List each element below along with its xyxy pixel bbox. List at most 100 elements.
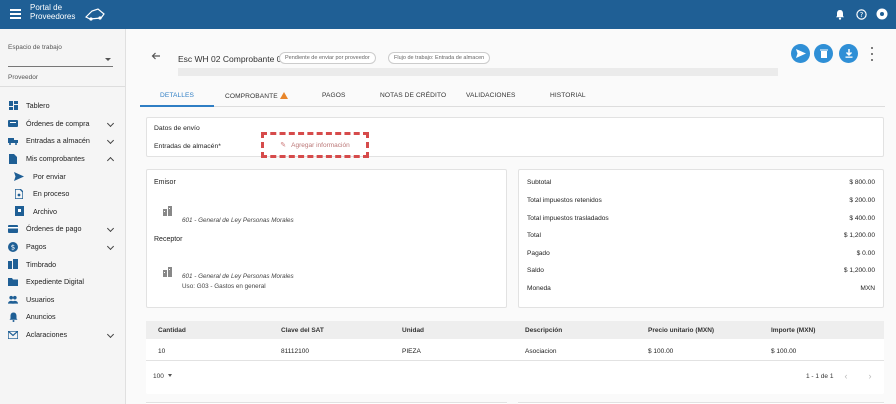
sidebar-item-label: Archivo: [33, 206, 57, 216]
provider-label: Proveedor: [8, 74, 38, 81]
totals-row: Moneda MXN: [527, 285, 875, 292]
previous-page-icon[interactable]: ‹: [841, 371, 851, 381]
help-icon[interactable]: ?: [855, 8, 867, 20]
download-icon: [845, 49, 852, 58]
chevron-down-icon: [106, 119, 115, 127]
chevron-down-icon: [106, 330, 115, 338]
sidebar-item-label: Aclaraciones: [26, 330, 68, 340]
logo-line-1: Portal de: [30, 3, 63, 12]
sidebar-item-label: Por enviar: [33, 171, 66, 181]
users-icon: [8, 294, 18, 304]
totals-row: Saldo $ 1,200.00: [527, 267, 875, 274]
sidebar-item-anuncios[interactable]: Anuncios: [0, 308, 125, 326]
page-size-value: 100: [153, 373, 164, 380]
truck-logo-icon: [84, 8, 105, 21]
column-header[interactable]: Descripción: [525, 327, 562, 334]
sidebar-item-pagos[interactable]: $ Pagos: [0, 238, 125, 256]
settings-gear-icon[interactable]: [876, 8, 888, 20]
more-options-icon[interactable]: [869, 47, 875, 61]
sidebar-item-label: Usuarios: [26, 294, 55, 304]
sidebar-item-tablero[interactable]: Tablero: [0, 97, 125, 115]
column-header[interactable]: Importe (MXN): [771, 327, 815, 334]
totals-label: Moneda: [527, 285, 551, 292]
column-header[interactable]: Cantidad: [158, 327, 186, 334]
notifications-bell-icon[interactable]: [834, 8, 846, 20]
building-icon: [163, 267, 172, 277]
sidebar-item-label: Timbrado: [26, 259, 57, 269]
top-app-bar: Portal de Proveedores ?: [0, 0, 896, 29]
sidebar-item-label: Expediente Digital: [26, 277, 84, 287]
table-cell: Asociacion: [525, 348, 557, 355]
sidebar-item-ordenes-compra[interactable]: Órdenes de compra: [0, 115, 125, 133]
sidebar-item-por-enviar[interactable]: Por enviar: [0, 167, 125, 185]
sidebar: Espacio de trabajo Proveedor Tablero Órd…: [0, 29, 126, 404]
sidebar-item-mis-comprobantes[interactable]: Mis comprobantes: [0, 150, 125, 168]
sidebar-item-entradas-almacen[interactable]: Entradas a almacén: [0, 132, 125, 150]
send-button[interactable]: [791, 44, 810, 63]
main-content: Esc WH 02 Comprobante 01 Pendiente de en…: [126, 29, 896, 404]
tab-detalles[interactable]: DETALLES: [160, 92, 194, 99]
sidebar-item-aclaraciones[interactable]: Aclaraciones: [0, 326, 125, 344]
sidebar-item-expediente-digital[interactable]: Expediente Digital: [0, 273, 125, 291]
back-arrow-icon[interactable]: [151, 51, 161, 61]
receptor-uso: Uso: G03 - Gastos en general: [182, 283, 266, 290]
pencil-icon: ✎: [280, 142, 287, 149]
portal-logo[interactable]: Portal de Proveedores: [30, 3, 105, 21]
menu-icon[interactable]: [10, 9, 21, 19]
sidebar-divider: [0, 86, 125, 87]
shipping-section-label: Datos de envío: [154, 125, 200, 132]
totals-value: $ 200.00: [849, 197, 875, 204]
totals-value: $ 1,200.00: [843, 267, 875, 274]
sidebar-item-label: Pagos: [26, 242, 47, 252]
file-progress-icon: [14, 188, 24, 199]
table-cell: 81112100: [281, 348, 309, 355]
sidebar-item-archivo[interactable]: Archivo: [0, 203, 125, 221]
totals-label: Pagado: [527, 250, 550, 257]
column-header[interactable]: Precio unitario (MXN): [648, 327, 714, 334]
totals-label: Total impuestos trasladados: [527, 215, 609, 222]
header-subbar: [178, 68, 778, 76]
pagination-info: 1 - 1 de 1: [806, 373, 834, 380]
folder-icon: [8, 277, 18, 287]
sidebar-item-timbrado[interactable]: Timbrado: [0, 255, 125, 273]
sidebar-item-label: Órdenes de compra: [26, 118, 90, 128]
column-header[interactable]: Unidad: [402, 327, 424, 334]
table-cell: 10: [158, 348, 166, 355]
cart-icon: [8, 118, 18, 128]
tab-notas-credito[interactable]: NOTAS DE CRÉDITO: [380, 92, 446, 99]
building-icon: [8, 259, 18, 270]
workspace-label: Espacio de trabajo: [8, 44, 62, 51]
chevron-up-icon: [106, 156, 115, 164]
shipping-data-card: Datos de envío Entradas de almacén* ✎ Ag…: [146, 117, 884, 158]
page-title: Esc WH 02 Comprobante 01: [178, 54, 287, 64]
tab-historial[interactable]: HISTORIAL: [550, 92, 586, 99]
concepts-table: Cantidad Clave del SAT Unidad Descripció…: [146, 321, 884, 394]
tab-validaciones[interactable]: VALIDACIONES: [466, 92, 515, 99]
status-chip: Pendiente de enviar por proveedor: [279, 52, 376, 64]
totals-card: Subtotal $ 800.00 Total impuestos retenid…: [518, 169, 884, 308]
totals-value: $ 0.00: [856, 250, 875, 257]
workspace-select[interactable]: [8, 54, 113, 67]
column-header[interactable]: Clave del SAT: [281, 327, 324, 334]
sidebar-item-label: Órdenes de pago: [26, 224, 82, 234]
delete-button[interactable]: [814, 44, 833, 63]
add-information-button[interactable]: ✎ Agregar información: [261, 132, 369, 158]
tab-pagos[interactable]: PAGOS: [322, 92, 345, 99]
sidebar-item-ordenes-pago[interactable]: Órdenes de pago: [0, 220, 125, 238]
next-page-icon[interactable]: ›: [865, 371, 875, 381]
page-size-select[interactable]: 100: [153, 373, 172, 380]
totals-row: Pagado $ 0.00: [527, 250, 875, 257]
tab-comprobante[interactable]: COMPROBANTE: [225, 92, 288, 100]
download-button[interactable]: [839, 44, 858, 63]
card-icon: [8, 224, 18, 234]
mail-icon: [8, 330, 18, 340]
totals-label: Total: [527, 232, 541, 239]
totals-value: $ 400.00: [849, 215, 875, 222]
sidebar-item-en-proceso[interactable]: En proceso: [0, 185, 125, 203]
sidebar-item-usuarios[interactable]: Usuarios: [0, 291, 125, 309]
emisor-heading: Emisor: [154, 179, 176, 186]
emisor-regimen: 601 - General de Ley Personas Morales: [182, 217, 294, 224]
totals-label: Saldo: [527, 267, 544, 274]
money-icon: $: [8, 241, 18, 252]
warehouse-entries-label: Entradas de almacén*: [154, 143, 221, 150]
